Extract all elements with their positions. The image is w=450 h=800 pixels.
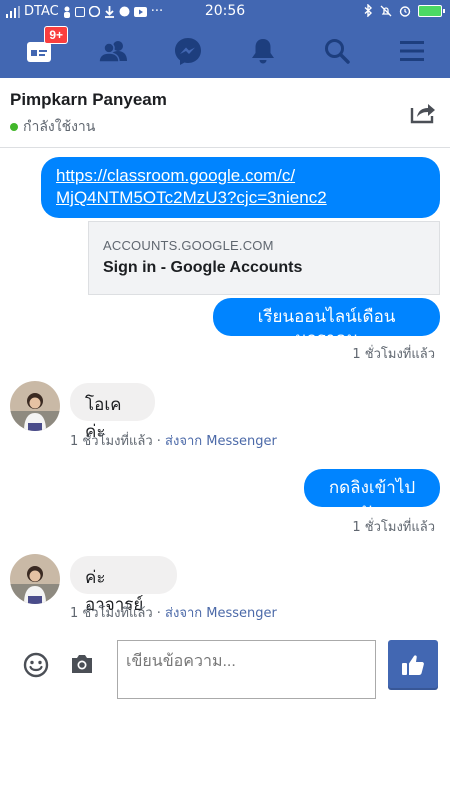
message-timestamp: 1 ชั่วโมงที่แล้ว: [352, 516, 435, 537]
outgoing-link-message: https://classroom.google.com/c/MjQ4NTM5O…: [41, 157, 440, 218]
timestamp-text: 1 ชั่วโมงที่แล้ว: [352, 347, 435, 362]
status-bar: DTAC ··· 20:56: [0, 0, 450, 24]
chat-header: Pimpkarn Panyeam กำลังใช้งาน: [0, 78, 450, 148]
like-button[interactable]: [388, 640, 438, 690]
preview-title: Sign in - Google Accounts: [103, 259, 303, 276]
bluetooth-icon: [364, 4, 373, 17]
preview-domain: ACCOUNTS.GOOGLE.COM: [103, 238, 274, 253]
avatar[interactable]: [10, 554, 60, 604]
active-status: กำลังใช้งาน: [10, 116, 95, 138]
status-right: [364, 4, 445, 17]
contact-name[interactable]: Pimpkarn Panyeam: [10, 90, 167, 110]
message-timestamp: 1 ชั่วโมงที่แล้ว: [352, 343, 435, 364]
message-composer: [0, 632, 450, 712]
meta-separator: ·: [152, 606, 166, 621]
message-meta: 1 ชั่วโมงที่แล้ว · ส่งจาก Messenger: [70, 430, 277, 451]
timestamp-text: 1 ชั่วโมงที่แล้ว: [70, 434, 153, 449]
thumbs-up-icon: [402, 655, 424, 675]
top-navbar: 9+: [0, 24, 450, 78]
notifications-icon[interactable]: [246, 34, 280, 68]
home-icon[interactable]: 9+: [22, 26, 68, 68]
message-meta: 1 ชั่วโมงที่แล้ว · ส่งจาก Messenger: [70, 602, 277, 623]
messenger-icon[interactable]: [171, 34, 205, 68]
alarm-icon: [399, 5, 411, 17]
message-text: เรียนออนไลน์เดือนมกราคม: [257, 307, 396, 348]
share-icon[interactable]: [410, 100, 436, 128]
friends-icon[interactable]: [96, 34, 130, 68]
status-text: กำลังใช้งาน: [23, 119, 96, 135]
classroom-link[interactable]: https://classroom.google.com/c/MjQ4NTM5O…: [56, 166, 327, 207]
emoji-icon[interactable]: [23, 652, 49, 682]
menu-icon[interactable]: [395, 34, 429, 68]
outgoing-message: กดลิงเข้าไปนะ: [304, 469, 440, 519]
link-line-1: https://classroom.google.com/c/: [56, 166, 296, 185]
sent-from-messenger: ส่งจาก Messenger: [165, 434, 277, 449]
camera-icon[interactable]: [70, 654, 94, 678]
online-indicator: [10, 123, 18, 131]
silent-icon: [380, 5, 392, 16]
timestamp-text: 1 ชั่วโมงที่แล้ว: [352, 520, 435, 535]
search-icon[interactable]: [320, 34, 354, 68]
message-text: กดลิงเข้าไปนะ: [328, 478, 416, 519]
message-input[interactable]: [117, 640, 376, 699]
incoming-message: โอเคค่ะ: [70, 383, 155, 441]
timestamp-text: 1 ชั่วโมงที่แล้ว: [70, 606, 153, 621]
meta-separator: ·: [152, 434, 166, 449]
link-preview-card[interactable]: ACCOUNTS.GOOGLE.COM Sign in - Google Acc…: [88, 221, 440, 295]
notification-badge: 9+: [44, 26, 68, 44]
sent-from-messenger: ส่งจาก Messenger: [165, 606, 277, 621]
link-line-2: MjQ4NTM5OTc2MzU3?cjc=3nienc2: [56, 188, 327, 207]
battery-icon: [418, 4, 445, 17]
outgoing-message: เรียนออนไลน์เดือนมกราคม: [213, 298, 440, 348]
incoming-message: ค่ะอาจารย์: [70, 556, 177, 614]
avatar[interactable]: [10, 381, 60, 431]
